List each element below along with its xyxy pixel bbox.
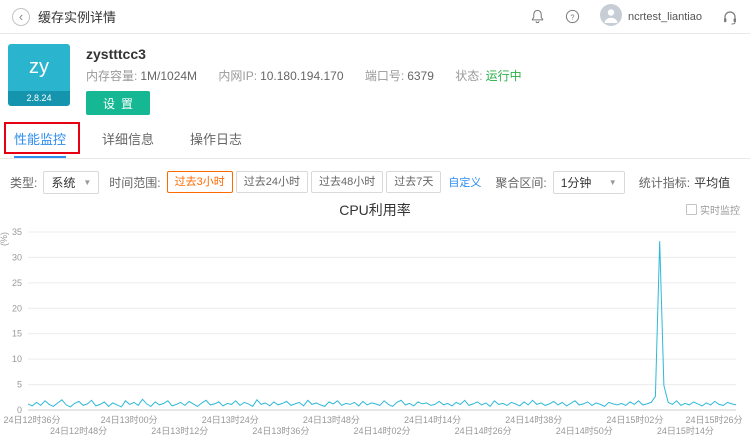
- tab-detail-info[interactable]: 详细信息: [102, 121, 154, 158]
- topbar-actions: ? ncrtest_liantiao: [530, 4, 738, 29]
- range-button-3h[interactable]: 过去3小时: [166, 171, 233, 193]
- tab-operation-log[interactable]: 操作日志: [190, 121, 242, 158]
- chart-section: CPU利用率 实时监控 (%) 0 5 10 15 20 25 30 35 24日12时36分 2…: [0, 200, 750, 445]
- range-button-24h[interactable]: 过去24小时: [235, 171, 308, 193]
- help-icon[interactable]: ?: [565, 9, 580, 24]
- svg-text:5: 5: [17, 380, 22, 390]
- type-select[interactable]: 系统 ▼: [43, 170, 100, 194]
- svg-text:24日12时48分: 24日12时48分: [50, 425, 107, 436]
- topbar: ‹ 缓存实例详情 ? ncrtest_liantiao: [0, 0, 750, 34]
- back-button[interactable]: ‹: [12, 7, 30, 26]
- aggregation-select-value: 1分钟: [560, 175, 592, 190]
- svg-text:24日13时36分: 24日13时36分: [252, 425, 309, 436]
- realtime-monitoring-checkbox[interactable]: 实时监控: [686, 202, 740, 217]
- svg-text:24日14时26分: 24日14时26分: [455, 425, 512, 436]
- memory-value: 1M/1024M: [140, 69, 198, 83]
- type-label: 类型:: [10, 175, 38, 190]
- checkbox-icon: [686, 204, 697, 215]
- stat-indicator-value: 平均值: [694, 175, 731, 190]
- svg-text:24日13时12分: 24日13时12分: [151, 425, 208, 436]
- user-menu[interactable]: ncrtest_liantiao: [600, 4, 702, 29]
- stat-indicator: 统计指标: 平均值: [639, 174, 730, 191]
- instance-name: zystttcc3: [86, 46, 146, 62]
- instance-info: zystttcc3 内存容量: 1M/1024M 内网IP: 10.180.194.…: [86, 44, 540, 115]
- svg-text:24日12时36分: 24日12时36分: [3, 414, 60, 425]
- tab-bar: 性能监控 详细信息 操作日志: [0, 121, 750, 159]
- realtime-monitoring-label: 实时监控: [700, 206, 740, 217]
- instance-fields: 内存容量: 1M/1024M 内网IP: 10.180.194.170 端口号: 63…: [86, 67, 540, 84]
- svg-text:24日14时50分: 24日14时50分: [556, 425, 613, 436]
- avatar: [600, 4, 622, 29]
- instance-version: 2.8.24: [8, 91, 70, 106]
- svg-text:24日14时38分: 24日14时38分: [505, 414, 562, 425]
- chevron-down-icon: ▼: [608, 177, 617, 187]
- svg-text:25: 25: [12, 278, 22, 288]
- svg-text:24日15时14分: 24日15时14分: [657, 425, 714, 436]
- chevron-down-icon: ▼: [83, 177, 92, 187]
- aggregation-label: 聚合区间:: [495, 175, 547, 190]
- svg-text:20: 20: [12, 303, 22, 313]
- field-label: 端口号:: [364, 69, 405, 83]
- chart-title: CPU利用率: [339, 202, 411, 218]
- page-title: 缓存实例详情: [38, 10, 117, 25]
- port-value: 6379: [407, 69, 434, 83]
- type-select-value: 系统: [51, 175, 76, 190]
- custom-range-link[interactable]: 自定义: [448, 174, 481, 190]
- svg-text:24日14时02分: 24日14时02分: [353, 425, 410, 436]
- svg-text:?: ?: [570, 12, 574, 21]
- svg-text:24日14时14分: 24日14时14分: [404, 414, 461, 425]
- stat-indicator-label: 统计指标:: [638, 175, 691, 190]
- svg-text:24日15时02分: 24日15时02分: [606, 414, 663, 425]
- settings-button[interactable]: 设置: [86, 91, 150, 115]
- svg-text:24日13时24分: 24日13时24分: [202, 414, 259, 425]
- aggregation-select[interactable]: 1分钟 ▼: [552, 170, 625, 194]
- field-label: 内存容量:: [86, 69, 138, 83]
- y-axis-unit-label: (%): [0, 232, 9, 246]
- instance-avatar: zy 2.8.24: [8, 44, 70, 106]
- svg-text:24日13时00分: 24日13时00分: [101, 414, 158, 425]
- svg-text:24日15时26分: 24日15时26分: [685, 414, 742, 425]
- svg-text:35: 35: [12, 227, 22, 237]
- range-button-48h[interactable]: 过去48小时: [311, 171, 384, 193]
- intranet-ip-value: 10.180.194.170: [260, 69, 344, 83]
- chart-area: (%) 0 5 10 15 20 25 30 35 24日12时36分 24日12时48分 24日1…: [0, 220, 750, 445]
- svg-text:10: 10: [12, 354, 22, 364]
- support-headset-icon[interactable]: [722, 9, 738, 25]
- notification-bell-icon[interactable]: [530, 9, 545, 24]
- svg-text:24日13时48分: 24日13时48分: [303, 414, 360, 425]
- instance-header: zy 2.8.24 zystttcc3 内存容量: 1M/1024M 内网IP: 1…: [0, 34, 750, 115]
- svg-text:15: 15: [12, 329, 22, 339]
- filter-toolbar: 类型: 系统 ▼ 时间范围: 过去3小时 过去24小时 过去48小时 过去7天 …: [0, 170, 750, 194]
- instance-avatar-text: zy: [8, 44, 70, 91]
- tab-performance-monitoring[interactable]: 性能监控: [14, 121, 67, 158]
- cpu-utilization-chart: 0 5 10 15 20 25 30 35 24日12时36分24日12时48分24日13时00…: [3, 227, 742, 436]
- field-label: 内网IP:: [218, 69, 258, 83]
- field-label: 状态:: [455, 69, 483, 83]
- username-label: ncrtest_liantiao: [628, 10, 702, 23]
- status-badge: 运行中: [485, 69, 522, 83]
- svg-text:30: 30: [12, 252, 22, 262]
- range-button-7d[interactable]: 过去7天: [386, 171, 442, 193]
- time-range-label: 时间范围:: [109, 175, 161, 190]
- svg-text:0: 0: [17, 405, 22, 415]
